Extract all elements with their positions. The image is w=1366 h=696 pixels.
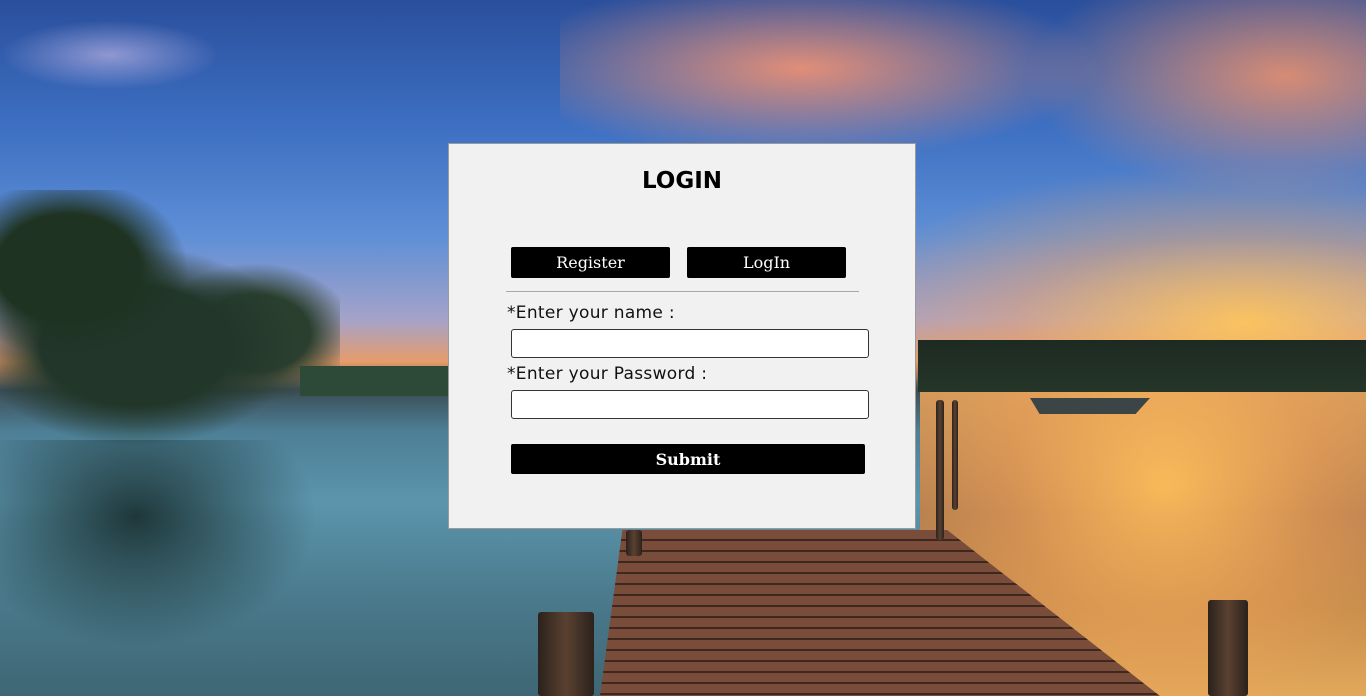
submit-button[interactable]: Submit	[511, 444, 865, 474]
password-label: *Enter your Password :	[507, 364, 708, 384]
login-title: LOGIN	[641, 168, 723, 194]
tree-reflection	[0, 440, 340, 696]
boat	[1030, 398, 1150, 414]
dock-post	[952, 400, 958, 510]
dock-post	[626, 530, 642, 556]
dock-post	[1208, 600, 1248, 696]
left-trees	[0, 190, 340, 450]
register-button[interactable]: Register	[511, 247, 670, 278]
name-input[interactable]	[511, 329, 869, 358]
far-treeline-right	[918, 340, 1366, 392]
login-tab-button[interactable]: LogIn	[687, 247, 846, 278]
far-treeline-left	[300, 366, 450, 396]
dock-post	[538, 612, 594, 696]
name-label: *Enter your name :	[507, 303, 675, 323]
divider	[506, 291, 859, 292]
dock-post	[936, 400, 944, 540]
sky-cloud	[0, 20, 220, 90]
login-card: LOGIN Register LogIn *Enter your name : …	[448, 143, 916, 529]
password-input[interactable]	[511, 390, 869, 419]
